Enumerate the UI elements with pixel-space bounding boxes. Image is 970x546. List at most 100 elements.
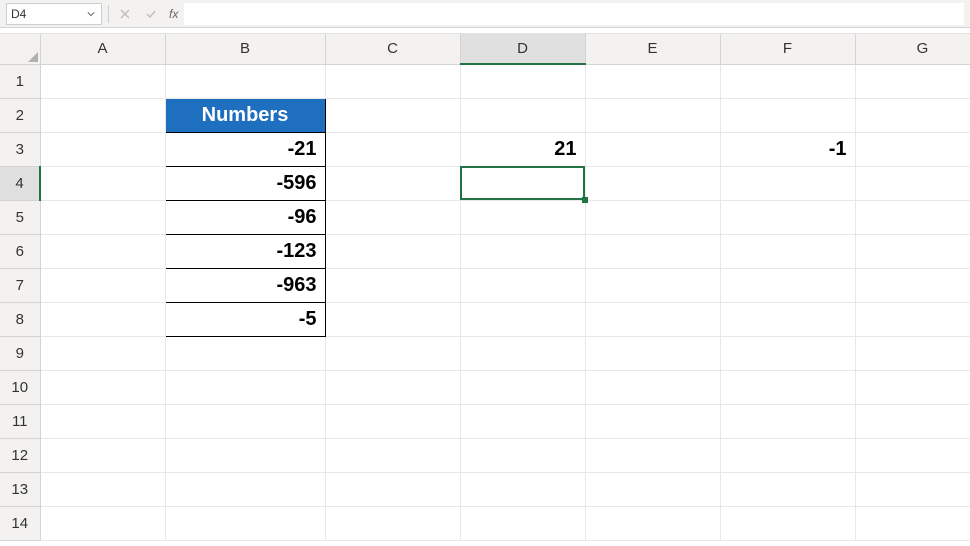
- cell-B5[interactable]: -96: [165, 200, 325, 234]
- name-box[interactable]: D4: [6, 3, 102, 25]
- cell-E12[interactable]: [585, 438, 720, 472]
- cell-F3[interactable]: -1: [720, 132, 855, 166]
- cell-D5[interactable]: [460, 200, 585, 234]
- cell-G14[interactable]: [855, 506, 970, 540]
- cell-D10[interactable]: [460, 370, 585, 404]
- col-header-C[interactable]: C: [325, 34, 460, 64]
- cell-D1[interactable]: [460, 64, 585, 98]
- row-header-5[interactable]: 5: [0, 200, 40, 234]
- cell-C10[interactable]: [325, 370, 460, 404]
- cell-B2[interactable]: Numbers: [165, 98, 325, 132]
- cell-B7[interactable]: -963: [165, 268, 325, 302]
- cell-G1[interactable]: [855, 64, 970, 98]
- col-header-A[interactable]: A: [40, 34, 165, 64]
- cell-B12[interactable]: [165, 438, 325, 472]
- cell-D4[interactable]: [460, 166, 585, 200]
- cell-E8[interactable]: [585, 302, 720, 336]
- row-header-1[interactable]: 1: [0, 64, 40, 98]
- cell-A7[interactable]: [40, 268, 165, 302]
- cell-F4[interactable]: [720, 166, 855, 200]
- cell-G13[interactable]: [855, 472, 970, 506]
- cell-A9[interactable]: [40, 336, 165, 370]
- cell-G2[interactable]: [855, 98, 970, 132]
- cell-C12[interactable]: [325, 438, 460, 472]
- cell-B3[interactable]: -21: [165, 132, 325, 166]
- row-header-4[interactable]: 4: [0, 166, 40, 200]
- cell-E14[interactable]: [585, 506, 720, 540]
- cell-C2[interactable]: [325, 98, 460, 132]
- cell-F9[interactable]: [720, 336, 855, 370]
- row-header-2[interactable]: 2: [0, 98, 40, 132]
- cell-C4[interactable]: [325, 166, 460, 200]
- cell-G10[interactable]: [855, 370, 970, 404]
- cell-A13[interactable]: [40, 472, 165, 506]
- cell-F7[interactable]: [720, 268, 855, 302]
- cell-D12[interactable]: [460, 438, 585, 472]
- chevron-down-icon[interactable]: [85, 8, 97, 20]
- cell-D14[interactable]: [460, 506, 585, 540]
- col-header-F[interactable]: F: [720, 34, 855, 64]
- cell-A5[interactable]: [40, 200, 165, 234]
- cell-F8[interactable]: [720, 302, 855, 336]
- cell-B13[interactable]: [165, 472, 325, 506]
- cell-C5[interactable]: [325, 200, 460, 234]
- cell-C11[interactable]: [325, 404, 460, 438]
- row-header-12[interactable]: 12: [0, 438, 40, 472]
- cell-D8[interactable]: [460, 302, 585, 336]
- col-header-G[interactable]: G: [855, 34, 970, 64]
- cell-E10[interactable]: [585, 370, 720, 404]
- cell-A2[interactable]: [40, 98, 165, 132]
- cell-D3[interactable]: 21: [460, 132, 585, 166]
- cell-E9[interactable]: [585, 336, 720, 370]
- cell-E2[interactable]: [585, 98, 720, 132]
- cell-C13[interactable]: [325, 472, 460, 506]
- spreadsheet-grid[interactable]: A B C D E F G 1 2 Numbers: [0, 34, 970, 546]
- cell-D6[interactable]: [460, 234, 585, 268]
- cell-G9[interactable]: [855, 336, 970, 370]
- cell-G4[interactable]: [855, 166, 970, 200]
- cell-G6[interactable]: [855, 234, 970, 268]
- cell-A1[interactable]: [40, 64, 165, 98]
- cell-B4[interactable]: -596: [165, 166, 325, 200]
- cell-G11[interactable]: [855, 404, 970, 438]
- cell-C3[interactable]: [325, 132, 460, 166]
- cell-E4[interactable]: [585, 166, 720, 200]
- cell-B11[interactable]: [165, 404, 325, 438]
- col-header-D[interactable]: D: [460, 34, 585, 64]
- cell-E5[interactable]: [585, 200, 720, 234]
- cell-A3[interactable]: [40, 132, 165, 166]
- cell-A10[interactable]: [40, 370, 165, 404]
- row-header-13[interactable]: 13: [0, 472, 40, 506]
- row-header-3[interactable]: 3: [0, 132, 40, 166]
- cell-F6[interactable]: [720, 234, 855, 268]
- cell-B1[interactable]: [165, 64, 325, 98]
- cell-F2[interactable]: [720, 98, 855, 132]
- row-header-11[interactable]: 11: [0, 404, 40, 438]
- col-header-B[interactable]: B: [165, 34, 325, 64]
- cell-E3[interactable]: [585, 132, 720, 166]
- cell-A14[interactable]: [40, 506, 165, 540]
- cell-F13[interactable]: [720, 472, 855, 506]
- row-header-10[interactable]: 10: [0, 370, 40, 404]
- cell-C14[interactable]: [325, 506, 460, 540]
- cell-D9[interactable]: [460, 336, 585, 370]
- cell-D11[interactable]: [460, 404, 585, 438]
- cell-G8[interactable]: [855, 302, 970, 336]
- cell-F14[interactable]: [720, 506, 855, 540]
- row-header-14[interactable]: 14: [0, 506, 40, 540]
- cell-B10[interactable]: [165, 370, 325, 404]
- cell-D7[interactable]: [460, 268, 585, 302]
- cell-G5[interactable]: [855, 200, 970, 234]
- cell-F5[interactable]: [720, 200, 855, 234]
- cell-F11[interactable]: [720, 404, 855, 438]
- cell-B8[interactable]: -5: [165, 302, 325, 336]
- cell-B14[interactable]: [165, 506, 325, 540]
- cell-G7[interactable]: [855, 268, 970, 302]
- row-header-6[interactable]: 6: [0, 234, 40, 268]
- cell-G3[interactable]: [855, 132, 970, 166]
- cell-F12[interactable]: [720, 438, 855, 472]
- cell-A4[interactable]: [40, 166, 165, 200]
- cell-C6[interactable]: [325, 234, 460, 268]
- fx-label[interactable]: fx: [169, 7, 178, 21]
- cell-F10[interactable]: [720, 370, 855, 404]
